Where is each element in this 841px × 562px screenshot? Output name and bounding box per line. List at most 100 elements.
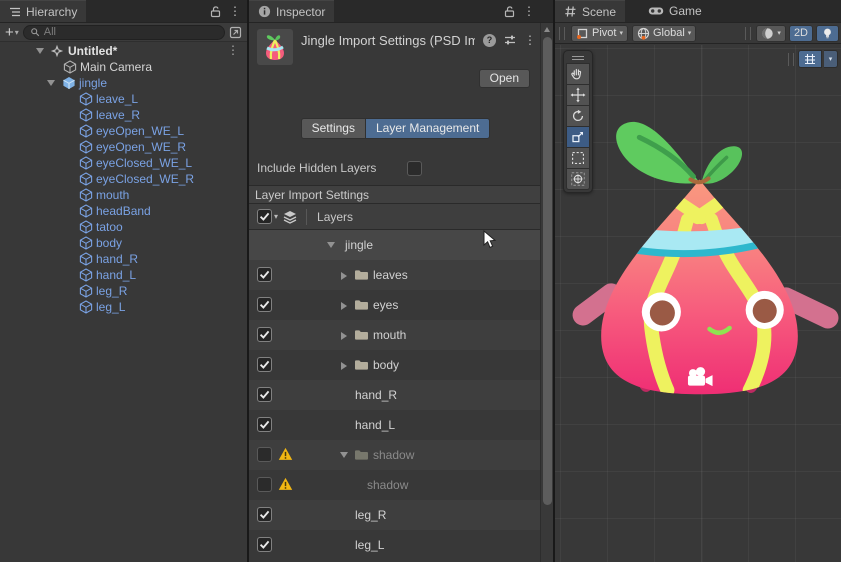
- chevron-down-icon: ▾: [828, 56, 833, 63]
- view-hand-tool-button[interactable]: [566, 63, 590, 85]
- toolbar-drag-handle[interactable]: [559, 26, 565, 40]
- palette-drag-handle[interactable]: [566, 53, 590, 62]
- unlock-icon[interactable]: [503, 5, 516, 18]
- rotate-tool-button[interactable]: [566, 105, 590, 127]
- scroll-up-icon[interactable]: [544, 27, 550, 32]
- asset-menu-icon[interactable]: ⋮: [524, 34, 536, 46]
- scale-tool-button[interactable]: [566, 126, 590, 148]
- jingle-sprite[interactable]: [555, 45, 841, 562]
- hierarchy-item-eyeClosed_WE_L[interactable]: eyeClosed_WE_L: [0, 155, 247, 171]
- scene-visibility-window-icon[interactable]: [229, 26, 242, 39]
- global-dropdown[interactable]: Global ▾: [631, 24, 697, 42]
- expand-arrow-icon[interactable]: [341, 302, 347, 310]
- inspector-title: Jingle Import Settings (PSD Imp: [301, 33, 475, 48]
- hierarchy-item-eyeClosed_WE_R[interactable]: eyeClosed_WE_R: [0, 171, 247, 187]
- checkbox-dropdown-icon[interactable]: ▾: [274, 212, 278, 221]
- scene-menu-icon[interactable]: ⋮: [227, 44, 239, 56]
- layer-row-leg_R[interactable]: leg_R: [249, 500, 542, 530]
- tab-scene[interactable]: Scene: [555, 0, 626, 22]
- plus-icon: +: [5, 23, 14, 41]
- tab-game[interactable]: Game: [639, 0, 711, 22]
- layer-row-mouth[interactable]: mouth: [249, 320, 542, 350]
- transform-tool-button[interactable]: [566, 168, 590, 190]
- hierarchy-item-leg_R[interactable]: leg_R: [0, 283, 247, 299]
- hierarchy-item-body[interactable]: body: [0, 235, 247, 251]
- hierarchy-item-leave_R[interactable]: leave_R: [0, 107, 247, 123]
- unlock-icon[interactable]: [209, 5, 222, 18]
- layer-checkbox[interactable]: [257, 387, 272, 402]
- layer-checkbox[interactable]: [257, 447, 272, 462]
- hierarchy-item-jingle[interactable]: jingle: [0, 75, 247, 91]
- include-hidden-layers-checkbox[interactable]: [407, 160, 422, 176]
- folder-icon: [354, 448, 369, 461]
- grid-drag-handle[interactable]: [788, 52, 794, 66]
- layer-checkbox[interactable]: [257, 267, 272, 282]
- presets-icon[interactable]: [503, 33, 517, 47]
- help-icon[interactable]: ?: [483, 33, 496, 47]
- layer-row-hand_L[interactable]: hand_L: [249, 410, 542, 440]
- hierarchy-item-leg_L[interactable]: leg_L: [0, 299, 247, 315]
- layer-checkbox[interactable]: [257, 477, 272, 492]
- layer-row-body[interactable]: body: [249, 350, 542, 380]
- tab-settings[interactable]: Settings: [300, 118, 365, 139]
- hierarchy-item-eyeOpen_WE_L[interactable]: eyeOpen_WE_L: [0, 123, 247, 139]
- move-tool-button[interactable]: [566, 84, 590, 106]
- add-gameobject-button[interactable]: + ▾: [5, 23, 19, 41]
- tab-hierarchy[interactable]: Hierarchy: [0, 0, 87, 22]
- layer-row-hand_R[interactable]: hand_R: [249, 380, 542, 410]
- hierarchy-item-hand_L[interactable]: hand_L: [0, 267, 247, 283]
- tab-inspector[interactable]: Inspector: [249, 0, 335, 22]
- layer-list: jingle leaves eyes mouth body hand_R han…: [249, 230, 542, 560]
- expand-arrow-icon[interactable]: [341, 272, 347, 280]
- layer-checkbox[interactable]: [257, 507, 272, 522]
- expand-arrow-icon[interactable]: [340, 452, 348, 458]
- shading-mode-dropdown[interactable]: ▾: [756, 24, 786, 42]
- layer-row-shadow[interactable]: shadow: [249, 470, 542, 500]
- inspector-menu-icon[interactable]: ⋮: [523, 5, 535, 17]
- scene-asset-icon: [50, 44, 64, 58]
- layer-checkbox[interactable]: [257, 417, 272, 432]
- tab-layer-management[interactable]: Layer Management: [364, 118, 491, 139]
- expand-arrow-icon[interactable]: [47, 80, 55, 86]
- 2d-mode-toggle[interactable]: 2D: [788, 24, 813, 42]
- scene-viewport[interactable]: ▾: [555, 45, 841, 562]
- gameobject-icon: [79, 108, 93, 122]
- hierarchy-item-eyeOpen_WE_R[interactable]: eyeOpen_WE_R: [0, 139, 247, 155]
- hierarchy-item-main-camera[interactable]: Main Camera: [0, 59, 247, 75]
- layer-checkbox[interactable]: [257, 327, 272, 342]
- open-button[interactable]: Open: [478, 69, 530, 88]
- layer-checkbox[interactable]: [257, 297, 272, 312]
- scrollbar-thumb[interactable]: [543, 37, 552, 505]
- hierarchy-menu-icon[interactable]: ⋮: [229, 5, 241, 17]
- grid-options-dropdown[interactable]: ▾: [824, 50, 838, 68]
- layer-checkbox[interactable]: [257, 537, 272, 552]
- hierarchy-item-tatoo[interactable]: tatoo: [0, 219, 247, 235]
- toolbar-drag-handle[interactable]: [745, 26, 752, 40]
- layer-row-eyes[interactable]: eyes: [249, 290, 542, 320]
- expand-arrow-icon[interactable]: [36, 48, 44, 54]
- hierarchy-item-leave_L[interactable]: leave_L: [0, 91, 247, 107]
- expand-arrow-icon[interactable]: [341, 362, 347, 370]
- hierarchy-search-input[interactable]: All: [22, 24, 225, 40]
- check-icon: [258, 388, 271, 401]
- layer-row-leaves[interactable]: leaves: [249, 260, 542, 290]
- layer-row-shadow-group[interactable]: shadow: [249, 440, 542, 470]
- grid-toggle-button[interactable]: [798, 50, 822, 68]
- rect-tool-button[interactable]: [566, 147, 590, 169]
- inspector-content: Jingle Import Settings (PSD Imp ? ⋮ Open…: [249, 23, 542, 560]
- layer-row-jingle[interactable]: jingle: [249, 230, 542, 260]
- expand-arrow-icon[interactable]: [327, 242, 335, 248]
- hierarchy-item-scene-root[interactable]: Untitled* ⋮: [0, 43, 247, 59]
- inspector-scrollbar[interactable]: [540, 23, 553, 562]
- hierarchy-item-headBand[interactable]: headBand: [0, 203, 247, 219]
- layer-checkbox[interactable]: [257, 357, 272, 372]
- expand-arrow-icon[interactable]: [341, 332, 347, 340]
- all-layers-checkbox[interactable]: [257, 209, 272, 224]
- layer-row-leg_L[interactable]: leg_L: [249, 530, 542, 560]
- unity-editor: Hierarchy ⋮ + ▾ All Untitled* ⋮ Main Cam…: [0, 0, 841, 562]
- scene-lighting-toggle[interactable]: [816, 24, 839, 42]
- folder-icon: [354, 358, 369, 371]
- hierarchy-item-hand_R[interactable]: hand_R: [0, 251, 247, 267]
- pivot-dropdown[interactable]: Pivot ▾: [571, 24, 628, 42]
- hierarchy-item-mouth[interactable]: mouth: [0, 187, 247, 203]
